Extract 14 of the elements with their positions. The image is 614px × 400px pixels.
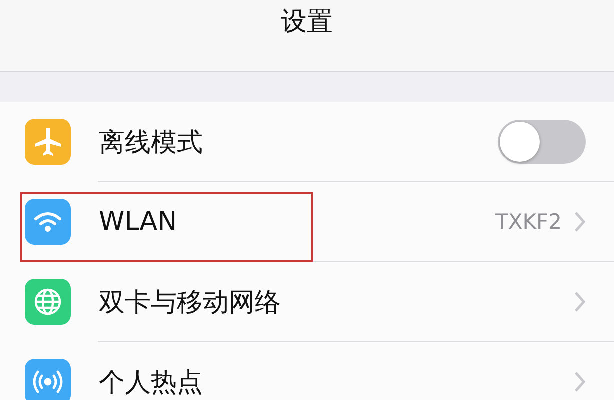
settings-row[interactable]: 离线模式 bbox=[0, 102, 614, 182]
row-label: 个人热点 bbox=[99, 366, 203, 400]
row-label: 离线模式 bbox=[99, 126, 203, 160]
row-label: 双卡与移动网络 bbox=[99, 286, 281, 320]
chevron-icon bbox=[574, 291, 586, 313]
page-title: 设置 bbox=[281, 6, 333, 39]
settings-row[interactable]: 个人热点 bbox=[0, 342, 614, 400]
row-label: WLAN bbox=[99, 207, 178, 237]
toggle-switch[interactable] bbox=[498, 120, 586, 164]
chevron-icon bbox=[574, 211, 586, 233]
row-value: TXKF2 bbox=[496, 210, 562, 234]
chevron-icon bbox=[574, 371, 586, 393]
settings-row[interactable]: WLAN TXKF2 bbox=[0, 182, 614, 262]
settings-row[interactable]: 双卡与移动网络 bbox=[0, 262, 614, 342]
